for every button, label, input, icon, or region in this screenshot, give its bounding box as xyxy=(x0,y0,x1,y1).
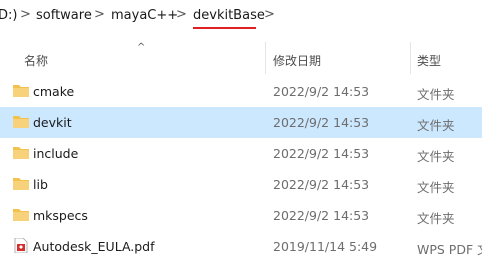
file-name: devkit xyxy=(33,115,72,130)
breadcrumb-item-software[interactable]: software xyxy=(36,8,92,23)
column-header-row: ^ 名称 修改日期 类型 xyxy=(0,42,482,74)
pdf-file-icon xyxy=(14,238,28,253)
folder-icon xyxy=(13,209,29,221)
file-row[interactable]: mkspecs 2022/9/2 14:53 文件夹 xyxy=(0,200,482,231)
folder-icon xyxy=(13,147,29,159)
file-row[interactable]: Autodesk_EULA.pdf 2019/11/14 5:49 WPS PD… xyxy=(0,231,482,261)
chevron-right-icon: > xyxy=(94,7,105,22)
file-row[interactable]: cmake 2022/9/2 14:53 文件夹 xyxy=(0,76,482,107)
annotation-underline xyxy=(193,27,256,29)
breadcrumb: D:) > software > mayaC++ > devkitBase > xyxy=(0,0,482,34)
file-type: 文件夹 xyxy=(417,180,455,195)
file-date: 2022/9/2 14:53 xyxy=(273,177,370,192)
file-date: 2022/9/2 14:53 xyxy=(273,115,370,130)
file-row[interactable]: devkit 2022/9/2 14:53 文件夹 xyxy=(0,107,482,138)
chevron-right-icon[interactable]: > xyxy=(264,7,275,22)
column-header-date[interactable]: 修改日期 xyxy=(273,52,321,69)
file-date: 2019/11/14 5:49 xyxy=(273,239,378,254)
column-divider[interactable] xyxy=(265,42,266,74)
file-date: 2022/9/2 14:53 xyxy=(273,208,370,223)
breadcrumb-item-mayac[interactable]: mayaC++ xyxy=(111,8,178,23)
file-name: include xyxy=(33,146,79,161)
folder-icon xyxy=(13,116,29,128)
file-date: 2022/9/2 14:53 xyxy=(273,146,370,161)
file-type: WPS PDF 文 xyxy=(417,242,482,257)
file-name: cmake xyxy=(33,84,75,99)
folder-icon xyxy=(13,85,29,97)
chevron-right-icon: > xyxy=(20,7,31,22)
chevron-right-icon: > xyxy=(176,7,187,22)
sort-ascending-icon: ^ xyxy=(137,42,146,53)
file-type: 文件夹 xyxy=(417,211,455,226)
file-list: cmake 2022/9/2 14:53 文件夹 devkit 2022/9/2… xyxy=(0,76,482,261)
file-name: lib xyxy=(33,177,48,192)
file-type: 文件夹 xyxy=(417,149,455,164)
file-date: 2022/9/2 14:53 xyxy=(273,84,370,99)
column-header-name[interactable]: 名称 xyxy=(24,52,48,69)
breadcrumb-item-drive[interactable]: D:) xyxy=(0,8,17,23)
column-header-type[interactable]: 类型 xyxy=(417,52,441,69)
file-row[interactable]: lib 2022/9/2 14:53 文件夹 xyxy=(0,169,482,200)
file-row[interactable]: include 2022/9/2 14:53 文件夹 xyxy=(0,138,482,169)
file-name: mkspecs xyxy=(33,208,88,223)
file-type: 文件夹 xyxy=(417,87,455,102)
file-name: Autodesk_EULA.pdf xyxy=(33,239,155,254)
file-type: 文件夹 xyxy=(417,118,455,133)
column-divider[interactable] xyxy=(410,42,411,74)
breadcrumb-item-devkitbase[interactable]: devkitBase xyxy=(193,8,265,23)
folder-icon xyxy=(13,178,29,190)
